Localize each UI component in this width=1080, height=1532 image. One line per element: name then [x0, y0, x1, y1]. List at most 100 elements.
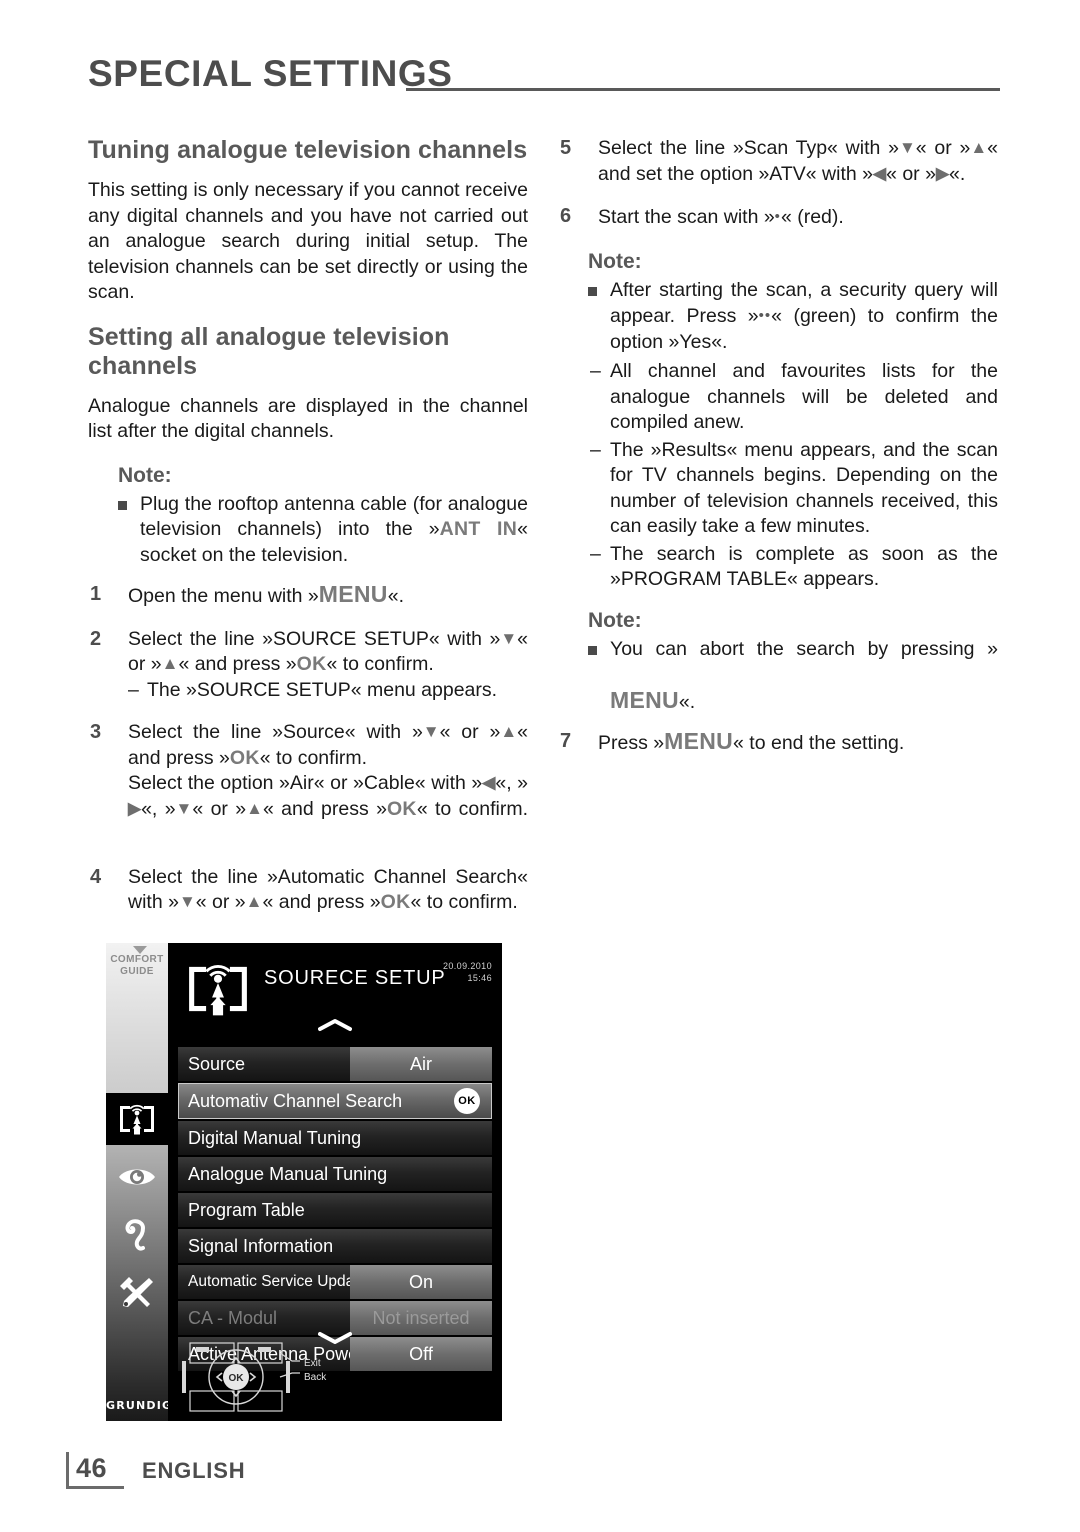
key-ok: OK [229, 746, 260, 769]
tv-header-logo [182, 955, 254, 1028]
comfort-guide-label: COMFORT GUIDE [106, 954, 168, 978]
note-text-part2: «. [678, 690, 696, 713]
key-ok: OK [386, 797, 417, 820]
note-label: Note: [588, 608, 642, 632]
step-text: Select the line »Automatic Channel Searc… [128, 865, 528, 916]
section-heading-setting-all: Setting all analogue television channels [88, 322, 450, 380]
step-5: 5 Select the line »Scan Typ« with »▼« or… [558, 136, 998, 187]
note-block-antenna: Note: Plug the rooftop antenna cable (fo… [118, 462, 528, 569]
arrow-down-icon: ▼ [178, 892, 196, 911]
footer-bracket [66, 1452, 69, 1486]
key-ok: OK [296, 653, 327, 675]
manual-page: SPECIAL SETTINGS Tuning analogue televis… [0, 0, 1080, 1532]
step-text-b: « or » [195, 891, 246, 913]
step-text-b: « to end the setting. [733, 732, 905, 754]
comfort-guide-line1: COMFORT [110, 954, 164, 965]
arrow-down-icon: ▼ [175, 798, 193, 818]
sidebar-item-sound[interactable] [106, 1209, 168, 1261]
remote-dpad-diagram-icon: OK [182, 1342, 300, 1412]
chevron-up-icon[interactable] [318, 1018, 352, 1037]
step-6: 6 Start the scan with »•« (red). [558, 204, 998, 231]
step-number: 1 [90, 583, 102, 605]
menu-row-ca-modul: CA - Modul Not inserted [178, 1301, 492, 1335]
arrow-up-icon: ▲ [970, 138, 988, 157]
note-subitem-1: – All channel and favourites lists for th… [588, 359, 998, 436]
sidebar-item-settings[interactable] [106, 1267, 168, 1319]
sidebar-item-source[interactable] [106, 1093, 168, 1145]
step-text: Press »MENU« to end the setting. [598, 728, 998, 757]
step-text-e: Select the option »Air« or »Cable« with … [128, 772, 483, 794]
arrow-up-icon: ▲ [500, 722, 518, 741]
step-text-a: Select the line »Scan Typ« with » [598, 137, 899, 159]
section-paragraph-setting-all: Analogue channels are displayed in the c… [88, 394, 528, 443]
chevron-down-icon [133, 946, 147, 954]
step-3: 3 Select the line »Source« with »▼« or »… [88, 720, 528, 848]
tv-sidebar: COMFORT GUIDE GRUNDIG [106, 943, 171, 1421]
menu-row-source[interactable]: Source Air [178, 1047, 492, 1081]
antenna-source-icon [120, 1104, 154, 1135]
tv-menu-list: Source Air Automativ Channel Search OK D… [178, 1047, 492, 1373]
menu-row-value[interactable]: On [350, 1265, 492, 1299]
tv-date: 20.09.2010 [442, 961, 492, 971]
step-text: Select the line »Source« with »▼« or »▲«… [128, 720, 528, 848]
ok-badge-icon[interactable]: OK [454, 1088, 480, 1114]
note-subitem-2: – The »Results« menu appears, and the sca… [588, 438, 998, 540]
step-1: 1 Open the menu with »MENU«. [88, 581, 528, 610]
step-text-e: «. [949, 162, 966, 185]
step-4: 4 Select the line »Automatic Channel Sea… [88, 865, 528, 916]
menu-row-label: Analogue Manual Tuning [188, 1164, 388, 1184]
note-item: Plug the rooftop antenna cable (for anal… [118, 492, 528, 569]
step-text: Select the line »SOURCE SETUP« with »▼ « … [128, 627, 528, 704]
arrow-left-icon: ◀ [482, 773, 496, 792]
step-number: 6 [560, 205, 572, 227]
arrow-down-icon: ▼ [422, 722, 440, 741]
menu-row-digital-manual-tuning[interactable]: Digital Manual Tuning [178, 1121, 492, 1155]
eye-picture-icon [119, 1169, 155, 1185]
arrow-down-icon: ▼ [500, 628, 518, 648]
step-text-h: « or » [192, 797, 247, 820]
dash-marker: – [590, 360, 601, 382]
green-button-dots-icon: •• [758, 307, 772, 324]
arrow-left-icon: ◀ [872, 163, 887, 183]
section-paragraph-tuning: This setting is only necessary if you ca… [88, 179, 528, 303]
page-title: SPECIAL SETTINGS [88, 53, 453, 94]
step-substep-text: The »SOURCE SETUP« menu appears. [147, 678, 498, 701]
menu-row-label: Automatic Service Update [188, 1273, 368, 1290]
menu-row-automatic-service-update[interactable]: Automatic Service Update On [178, 1265, 492, 1299]
note-text-part1: You can abort the search by pressing » [610, 637, 998, 660]
step-text-a: Press » [598, 732, 665, 754]
sidebar-item-picture[interactable] [106, 1151, 168, 1203]
step-text-d: « to confirm. [326, 653, 434, 675]
menu-row-signal-information[interactable]: Signal Information [178, 1229, 492, 1263]
note-subitem-text: The »Results« menu appears, and the scan… [610, 438, 998, 538]
note-subitem-3: – The search is complete as soon as the »… [588, 542, 998, 593]
step-text-d: « or » [886, 162, 936, 185]
chevron-down-icon[interactable] [318, 1331, 352, 1350]
arrow-down-icon: ▼ [898, 138, 916, 157]
tools-settings-icon [120, 1277, 153, 1307]
step-text-j: « to confirm. [416, 797, 528, 820]
ear-sound-icon [125, 1219, 145, 1251]
menu-row-label: CA - Modul [188, 1308, 278, 1328]
menu-row-automatic-channel-search[interactable]: Automativ Channel Search OK [178, 1083, 492, 1119]
page-number: 46 [76, 1453, 108, 1483]
tv-footer-labels: Exit Back [304, 1357, 326, 1385]
arrow-right-icon: ▶ [128, 798, 142, 818]
menu-row-analogue-manual-tuning[interactable]: Analogue Manual Tuning [178, 1157, 492, 1191]
tv-main-panel: SOURECE SETUP 20.09.2010 15:46 Source Ai… [168, 943, 502, 1421]
step-text-c: « and press » [178, 653, 297, 675]
step-number: 7 [560, 730, 572, 752]
step-text: Open the menu with »MENU«. [128, 581, 528, 610]
menu-row-value[interactable]: Air [350, 1047, 492, 1081]
dash-marker: – [590, 542, 601, 565]
step-text-f: «, » [495, 772, 528, 794]
dash-marker: – [590, 438, 601, 461]
step-text-line2: Select the option »Air« or »Cable« with … [128, 771, 528, 848]
footer-underline [66, 1486, 124, 1489]
note-block-abort: Note: You can abort the search by pressi… [588, 607, 998, 716]
bullet-square-icon [588, 286, 597, 296]
step-number: 2 [90, 627, 102, 650]
menu-row-program-table[interactable]: Program Table [178, 1193, 492, 1227]
key-menu: MENU [610, 686, 679, 713]
tv-menu-footer: OK Exit Back [178, 1331, 492, 1415]
